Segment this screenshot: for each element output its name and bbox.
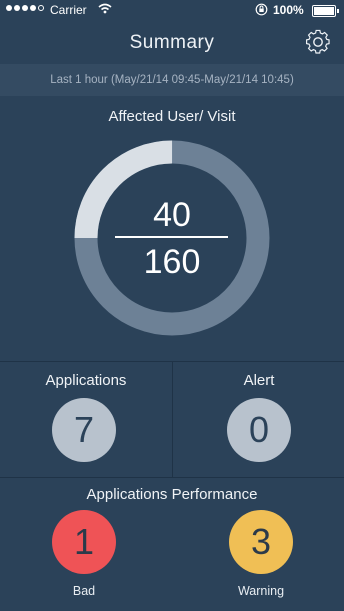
wifi-icon (98, 3, 112, 17)
applications-performance-section: Applications Performance 1 Bad 3 Warning (0, 478, 344, 611)
affected-count: 40 (153, 196, 191, 234)
fraction-divider (115, 236, 228, 238)
alert-count: 0 (227, 398, 291, 462)
applications-stat[interactable]: Applications 7 (0, 362, 172, 477)
rotation-lock-icon (255, 3, 268, 19)
gear-icon[interactable] (304, 28, 332, 56)
signal-strength-icon (6, 5, 44, 11)
carrier-name: Carrier (50, 3, 87, 17)
performance-bad[interactable]: 1 Bad (39, 510, 129, 610)
bad-count: 1 (52, 510, 116, 574)
bad-label: Bad (72, 584, 96, 598)
performance-heading: Applications Performance (86, 486, 258, 503)
affected-donut-chart (74, 140, 270, 336)
affected-heading: Affected User/ Visit (108, 108, 236, 125)
performance-warning[interactable]: 3 Warning (216, 510, 306, 610)
warning-count: 3 (229, 510, 293, 574)
navigation-bar: Summary (0, 22, 344, 64)
alert-stat[interactable]: Alert 0 (173, 362, 344, 477)
battery-percentage: 100% (273, 3, 304, 17)
time-range-label: Last 1 hour (May/21/14 09:45-May/21/14 1… (0, 64, 344, 96)
page-title: Summary (129, 32, 215, 53)
warning-label: Warning (237, 584, 285, 598)
affected-users-section: Affected User/ Visit 40 160 (0, 96, 344, 362)
applications-count: 7 (52, 398, 116, 462)
alert-label: Alert (243, 372, 275, 389)
total-count: 160 (143, 243, 201, 281)
battery-icon (312, 5, 339, 17)
applications-label: Applications (45, 372, 127, 389)
status-bar: Carrier 100% (0, 0, 344, 22)
